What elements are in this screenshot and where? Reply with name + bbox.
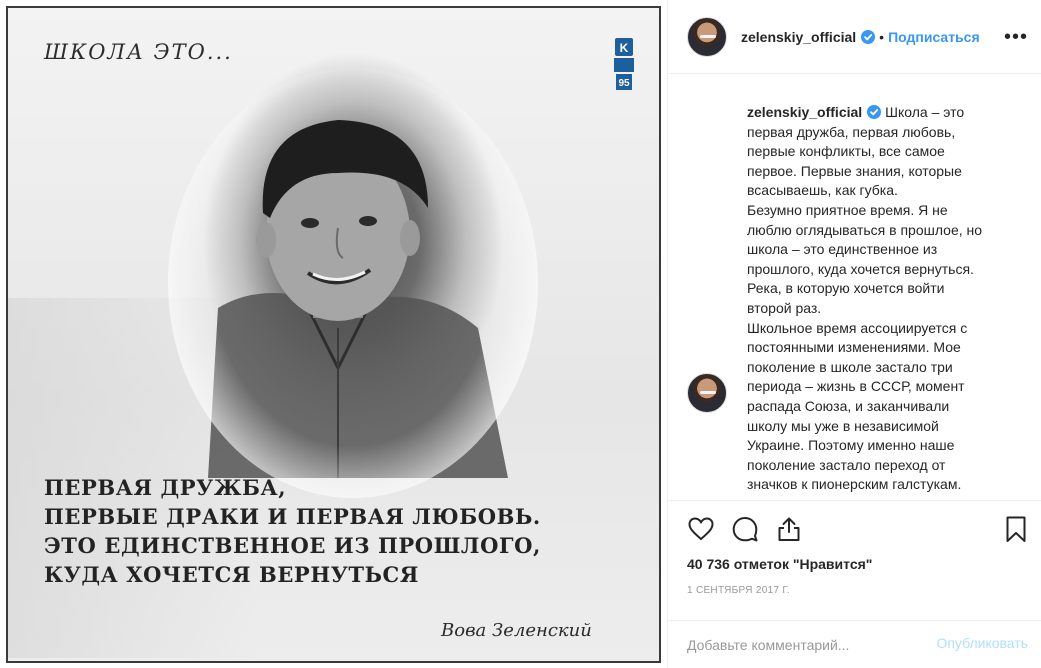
caption-line: первое. Первые знания, которые (747, 162, 962, 179)
image-heading: ШКОЛА ЭТО... (44, 40, 233, 64)
post-actions: 40 736 отметок "Нравится" 1 СЕНТЯБРЯ 201… (668, 500, 1041, 620)
comment-input[interactable] (687, 634, 917, 656)
publish-button[interactable]: Опубликовать (936, 635, 1028, 651)
likes-count[interactable]: 40 736 отметок "Нравится" (687, 556, 872, 572)
caption-line: значков к пионерским галстукам. (747, 476, 962, 493)
image-signature: Вова Зеленский (441, 620, 592, 641)
separator-dot: • (879, 28, 885, 45)
caption-line: второй раз. (747, 299, 822, 316)
kvartal-95-logo: K 95 (614, 38, 634, 90)
caption-line: прошлого, куда хочется вернуться. (747, 260, 974, 277)
image-quote: ПЕРВАЯ ДРУЖБА, ПЕРВЫЕ ДРАКИ И ПЕРВАЯ ЛЮБ… (44, 473, 541, 589)
caption-line: первые конфликты, все самое (747, 143, 945, 160)
caption-line: периода – жизнь в СССР, момент (747, 378, 965, 395)
verified-badge-icon (867, 105, 882, 119)
bookmark-icon[interactable] (1002, 515, 1030, 543)
caption-line: постоянными изменениями. Мое (747, 339, 961, 356)
avatar[interactable] (687, 373, 727, 413)
caption-line: Река, в которую хочется войти (747, 280, 945, 297)
svg-text:95: 95 (618, 78, 630, 89)
heart-icon[interactable] (687, 515, 715, 543)
caption-line: поколение в школе застало три (747, 358, 953, 375)
caption-line: всасываешь, как губка. (747, 182, 898, 199)
caption-line: Украине. Поэтому именно наше (747, 437, 955, 454)
header-username[interactable]: zelenskiy_official (741, 29, 856, 45)
more-options-icon[interactable]: ••• (1004, 27, 1028, 47)
post-date[interactable]: 1 СЕНТЯБРЯ 2017 Г. (687, 585, 790, 596)
comments-area[interactable]: zelenskiy_official Школа – это первая дру… (668, 75, 1041, 500)
post-sidebar: zelenskiy_official • Подписаться ••• zel… (667, 0, 1041, 668)
post-caption: zelenskiy_official Школа – это первая дру… (747, 103, 997, 495)
quote-line: КУДА ХОЧЕТСЯ ВЕРНУТЬСЯ (44, 562, 419, 587)
quote-line: ПЕРВЫЕ ДРАКИ И ПЕРВАЯ ЛЮБОВЬ. (44, 504, 541, 529)
quote-line: ПЕРВАЯ ДРУЖБА, (44, 475, 287, 500)
caption-line: школа – это единственное из (747, 241, 938, 258)
caption-line: школу мы уже в независимой (747, 417, 939, 434)
comment-icon[interactable] (731, 515, 759, 543)
post-header: zelenskiy_official • Подписаться ••• (668, 0, 1041, 74)
share-icon[interactable] (775, 515, 803, 543)
avatar[interactable] (687, 16, 727, 57)
caption-line: Школьное время ассоциируется с (747, 319, 968, 336)
add-comment-section: Опубликовать (668, 620, 1041, 668)
caption-line: люблю оглядываться в прошлое, но (747, 221, 983, 238)
caption-username[interactable]: zelenskiy_official (747, 104, 862, 120)
caption-line: Безумно приятное время. Я не (747, 201, 948, 218)
post-image[interactable]: ШКОЛА ЭТО... K 95 ПЕРВАЯ ДРУЖБА, ПЕРВЫЕ … (6, 6, 661, 663)
caption-line: первая дружба, первая любовь, (747, 123, 956, 140)
caption-line: поколение застало переход от (747, 456, 946, 473)
vignette (168, 68, 538, 498)
verified-badge-icon (861, 29, 876, 44)
caption-first-line: zelenskiy_official Школа – это (747, 103, 997, 123)
svg-text:K: K (620, 41, 629, 55)
caption-line: Школа – это (885, 104, 965, 120)
caption-line: распада Союза, и заканчивали (747, 397, 950, 414)
follow-button[interactable]: Подписаться (888, 29, 980, 45)
quote-line: ЭТО ЕДИНСТВЕННОЕ ИЗ ПРОШЛОГО, (44, 533, 541, 558)
